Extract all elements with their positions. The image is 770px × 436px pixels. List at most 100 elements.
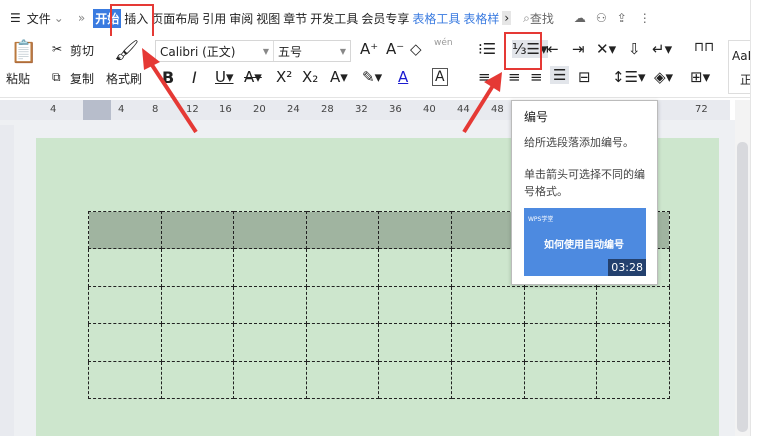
hamburger-menu-icon[interactable]: ☰ (10, 11, 21, 25)
vertical-ruler[interactable] (0, 125, 14, 436)
justify-icon[interactable]: ☰ (550, 66, 570, 84)
table-cell[interactable] (88, 360, 162, 399)
table-cell[interactable] (305, 285, 380, 325)
table-cell[interactable] (160, 248, 235, 287)
font-name-select[interactable]: Calibri (正文) ▼ (156, 41, 274, 61)
increase-indent-icon[interactable]: ⇥ (572, 40, 585, 58)
table-cell[interactable] (160, 360, 235, 399)
table-cell[interactable] (523, 360, 598, 399)
table-cell[interactable] (233, 360, 307, 399)
share-icon[interactable]: ⇪ (617, 11, 627, 25)
table-cell[interactable] (233, 248, 307, 287)
copy-button[interactable]: 复制 (70, 70, 94, 87)
font-color-icon[interactable]: A (398, 68, 408, 86)
shading-icon[interactable]: ◈▾ (654, 68, 673, 86)
pinyin-guide-icon[interactable]: wén (434, 38, 453, 48)
table-cell[interactable] (596, 360, 670, 399)
tab-section[interactable]: 章节 (283, 10, 307, 27)
more-options-icon[interactable]: ⋮ (639, 11, 651, 25)
highlight-icon[interactable]: ✎▾ (362, 68, 382, 86)
tab-table-tools[interactable]: 表格工具 (412, 10, 460, 27)
table-cell[interactable] (88, 210, 162, 250)
ruler-tick: 8 (152, 104, 159, 115)
table-cell[interactable] (305, 323, 380, 362)
bold-icon[interactable]: B (162, 68, 174, 87)
italic-icon[interactable]: I (192, 68, 197, 87)
cloud-icon[interactable]: ☁ (574, 11, 586, 25)
file-menu[interactable]: 文件 (27, 10, 51, 27)
format-painter-button[interactable]: 格式刷 (106, 70, 142, 87)
tab-page-layout[interactable]: 页面布局 (151, 10, 199, 27)
more-tabs-icon[interactable]: » (78, 11, 85, 25)
align-center-icon[interactable]: ≡ (508, 68, 521, 86)
table-cell[interactable] (233, 210, 307, 250)
tab-developer[interactable]: 开发工具 (310, 10, 358, 27)
table-cell[interactable] (233, 285, 307, 325)
video-thumbnail[interactable]: WPS学堂 如何使用自动编号 03:28 (524, 208, 646, 276)
table-cell[interactable] (88, 285, 162, 325)
table-cell[interactable] (378, 285, 452, 325)
table-cell[interactable] (305, 248, 380, 287)
search-button[interactable]: 查找 (530, 10, 554, 27)
table-cell[interactable] (233, 323, 307, 362)
char-shading-icon[interactable]: A (432, 68, 448, 86)
table-cell[interactable] (160, 210, 235, 250)
table-cell[interactable] (88, 323, 162, 362)
table-cell[interactable] (523, 323, 598, 362)
align-left-icon[interactable]: ≡ (478, 68, 491, 86)
cut-button[interactable]: 剪切 (70, 42, 94, 59)
add-user-icon[interactable]: ⚇ (596, 11, 607, 25)
subscript-icon[interactable]: X₂ (302, 68, 318, 86)
table-cell[interactable] (378, 210, 452, 250)
distribute-icon[interactable]: ⊟ (578, 68, 591, 86)
search-icon[interactable]: ⌕ (523, 11, 530, 26)
table-cell[interactable] (305, 210, 380, 250)
table-cell[interactable] (160, 285, 235, 325)
format-painter-icon[interactable]: 🖌 (114, 38, 139, 62)
tab-stops-icon[interactable]: ⊓⊓ (694, 40, 714, 55)
table-cell[interactable] (305, 360, 380, 399)
superscript-icon[interactable]: X² (276, 68, 292, 86)
underline-icon[interactable]: U▾ (215, 68, 234, 86)
font-size-select[interactable]: 五号 ▼ (274, 41, 350, 61)
scissors-icon[interactable]: ✂ (52, 42, 62, 56)
ruler-tick: 24 (287, 104, 300, 115)
clear-format-icon[interactable]: ◇ (410, 40, 422, 58)
decrease-font-icon[interactable]: A⁻ (386, 40, 404, 58)
table-cell[interactable] (160, 323, 235, 362)
decrease-indent-icon[interactable]: ⇤ (546, 40, 559, 58)
align-right-icon[interactable]: ≡ (530, 68, 543, 86)
tab-view[interactable]: 视图 (256, 10, 280, 27)
table-cell[interactable] (450, 285, 525, 325)
table-cell[interactable] (378, 248, 452, 287)
table-cell[interactable] (378, 360, 452, 399)
scroll-tabs-right-icon[interactable]: › (502, 11, 512, 25)
table-cell[interactable] (596, 285, 670, 325)
tab-member[interactable]: 会员专享 (361, 10, 409, 27)
paste-icon[interactable]: 📋 (10, 40, 37, 65)
table-cell[interactable] (596, 323, 670, 362)
copy-icon[interactable]: ⧉ (52, 70, 61, 85)
highlight-numbering-button (504, 32, 542, 70)
sort-icon[interactable]: ⇩ (628, 40, 641, 58)
strikethrough-icon[interactable]: A▾ (244, 68, 262, 86)
tab-references[interactable]: 引用 (202, 10, 226, 27)
chinese-layout-icon[interactable]: ✕▾ (596, 40, 616, 58)
tab-table-style[interactable]: 表格样 (463, 10, 499, 27)
chevron-down-icon[interactable]: ⌄ (54, 11, 64, 25)
table-cell[interactable] (523, 285, 598, 325)
table-cell[interactable] (450, 360, 525, 399)
text-effect-icon[interactable]: A▾ (330, 68, 348, 86)
borders-icon[interactable]: ⊞▾ (690, 68, 710, 86)
increase-font-icon[interactable]: A⁺ (360, 40, 378, 58)
line-spacing-icon[interactable]: ↕☰▾ (612, 68, 646, 86)
show-marks-icon[interactable]: ↵▾ (652, 40, 672, 58)
scrollbar-thumb[interactable] (737, 142, 748, 432)
paste-button[interactable]: 粘贴 (6, 70, 30, 87)
tab-review[interactable]: 审阅 (229, 10, 253, 27)
table-cell[interactable] (378, 323, 452, 362)
bullets-icon[interactable]: ⁝☰ (478, 40, 496, 58)
table-cell[interactable] (88, 248, 162, 287)
table-cell[interactable] (450, 323, 525, 362)
vertical-scrollbar[interactable] (735, 100, 750, 436)
